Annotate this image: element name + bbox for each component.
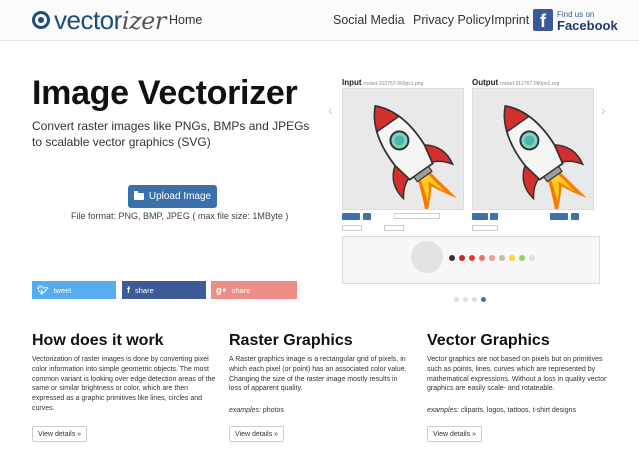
color-swatch [529,255,535,261]
feature-how-it-works: How does it work Vectorization of raster… [32,332,222,442]
feature-vector-graphics: Vector Graphics Vector graphics are not … [427,332,617,442]
nav-imprint-link[interactable]: Imprint [491,13,529,27]
output-toolbar [472,213,594,231]
twitter-share-button[interactable]: 🐦︎ tweet [32,281,116,299]
facebook-link[interactable]: f Find us on Facebook [533,9,618,33]
upload-image-button[interactable]: Upload Image [128,185,217,208]
input-label: Input rocket-312767-960px1.png [342,78,424,87]
view-details-button[interactable]: View details » [32,426,88,442]
feature-text: A Raster graphics image is a rectangular… [229,356,407,393]
vectorizer-logo[interactable]: vectorizer [32,4,166,35]
feature-examples: examples: cliparts, logos, tattoos, t-sh… [427,407,577,414]
nav-social-media-link[interactable]: Social Media [333,13,405,27]
nav-home-link[interactable]: Home [169,13,202,27]
color-swatch [479,255,485,261]
facebook-icon: f [533,9,553,31]
logo-text: vectorizer [54,4,166,35]
input-image [342,88,464,210]
carousel-dot[interactable] [454,297,459,302]
facebook-share-button[interactable]: f share [122,281,206,299]
file-format-note: File format: PNG, BMP, JPEG ( max file s… [71,211,289,221]
hero-subtitle: Convert raster images like PNGs, BMPs an… [32,119,310,149]
input-toolbar [342,213,464,231]
top-navbar: vectorizer Home Social Media Privacy Pol… [0,0,639,41]
carousel-prev-arrow-icon[interactable]: ‹ [328,102,333,118]
twitter-share-label: tweet [53,285,72,295]
target-icon [32,11,50,29]
google-plus-share-label: share [231,285,251,295]
feature-text: Vectorization of raster images is done b… [32,356,216,412]
feature-examples: examples: photos [229,407,284,414]
upload-image-label: Upload Image [148,191,212,202]
twitter-icon: 🐦︎ [37,284,49,295]
output-label: Output rocket-312767-960px1.svg [472,78,560,87]
color-swatch [449,255,455,261]
color-swatch [459,255,465,261]
feature-title: Raster Graphics [229,332,353,349]
facebook-icon: f [127,285,130,295]
color-layers-panel [342,236,600,284]
output-image [472,88,594,210]
color-preview-circle [411,241,443,273]
feature-title: Vector Graphics [427,332,550,349]
nav-privacy-policy-link[interactable]: Privacy Policy [413,13,491,27]
vectorizer-preview-screenshot: Input rocket-312767-960px1.png Output rock… [340,76,612,291]
rocket-icon [503,104,587,209]
page-title: Image Vectorizer [32,74,298,112]
facebook-share-label: share [135,285,154,295]
carousel-dot[interactable] [472,297,477,302]
view-details-button[interactable]: View details » [427,426,483,442]
color-swatch [489,255,495,261]
feature-text: Vector graphics are not based on pixels … [427,356,607,393]
view-details-button[interactable]: View details » [229,426,285,442]
carousel-dot[interactable] [463,297,468,302]
carousel-dot[interactable] [481,297,486,302]
color-swatch [519,255,525,261]
color-swatch [509,255,515,261]
color-swatch [469,255,475,261]
folder-open-icon [133,191,144,200]
feature-raster-graphics: Raster Graphics A Raster graphics image … [229,332,409,442]
google-plus-icon: g+ [216,285,227,295]
color-swatch [499,255,505,261]
facebook-link-text: Find us on Facebook [557,10,618,33]
google-plus-share-button[interactable]: g+ share [211,281,297,299]
feature-title: How does it work [32,332,164,349]
rocket-icon [373,104,457,209]
